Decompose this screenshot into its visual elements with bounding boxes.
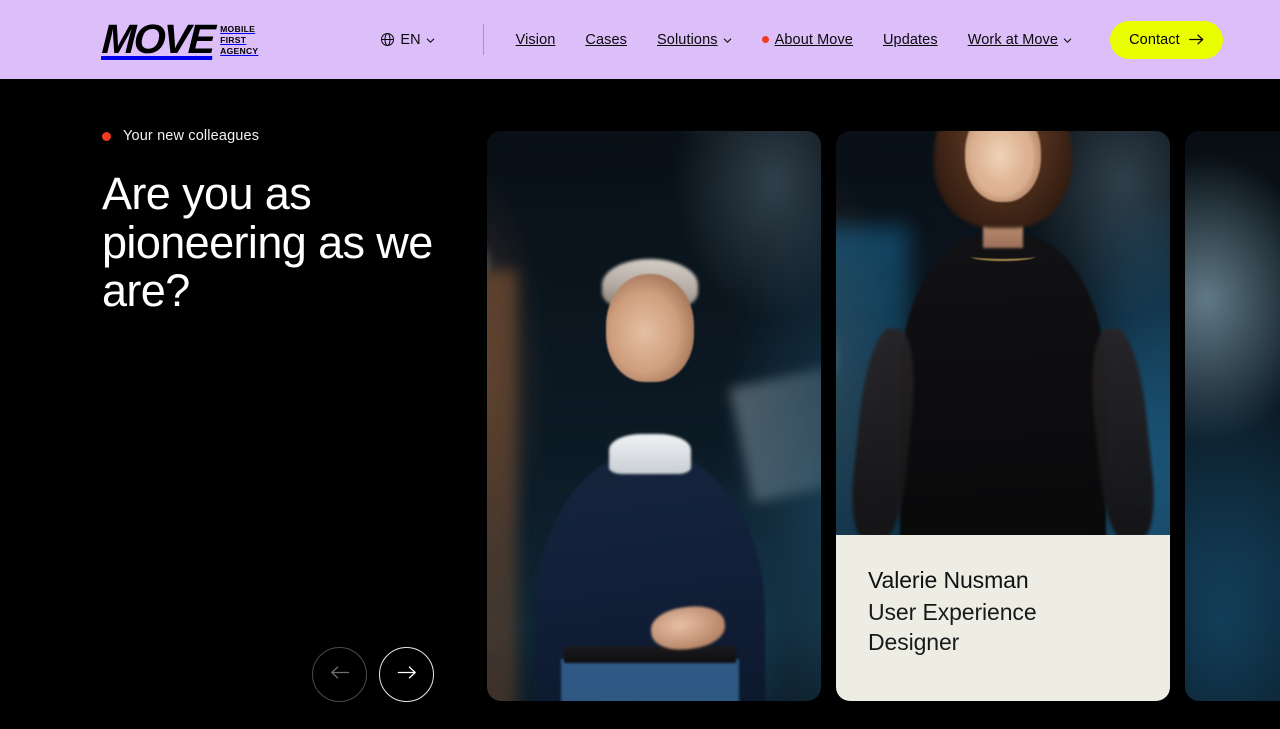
nav-item-work-at-move[interactable]: Work at Move	[968, 32, 1072, 48]
header-divider	[482, 24, 484, 55]
carousel-card[interactable]	[1185, 131, 1280, 701]
language-selector[interactable]: EN	[380, 32, 434, 48]
language-label: EN	[400, 31, 421, 48]
site-header: MOVE MOBILE FIRST AGENCY EN Vision Cases…	[0, 0, 1280, 79]
photo-scene	[487, 131, 821, 701]
globe-icon	[380, 32, 395, 47]
colleague-name: Valerie Nusman	[868, 567, 1029, 593]
contact-button-label: Contact	[1129, 31, 1180, 48]
nav-item-label: Vision	[515, 31, 556, 48]
logo-wordmark: MOVE	[100, 15, 215, 62]
nav-item-solutions[interactable]: Solutions	[657, 32, 732, 48]
page-title: Are you as pioneering as we are?	[102, 168, 433, 317]
carousel-controls	[312, 647, 434, 702]
nav-item-vision[interactable]: Vision	[516, 32, 556, 48]
hero-eyebrow-label: Your new colleagues	[123, 128, 260, 144]
arrow-left-icon	[330, 665, 350, 685]
carousel-next-button[interactable]	[379, 647, 434, 702]
nav-item-about-move[interactable]: About Move	[761, 31, 853, 48]
nav-item-label: Cases	[585, 31, 628, 48]
colleagues-carousel: Valerie Nusman User Experience Designer	[487, 131, 1280, 701]
carousel-card[interactable]: Valerie Nusman User Experience Designer	[836, 131, 1170, 701]
contact-button[interactable]: Contact	[1110, 20, 1223, 59]
hero-eyebrow: Your new colleagues	[102, 128, 462, 144]
colleague-role: User Experience Designer	[868, 598, 1037, 656]
nav-item-label: Updates	[882, 31, 938, 48]
carousel-card[interactable]	[487, 131, 821, 701]
logo-tagline: MOBILE FIRST AGENCY	[220, 23, 259, 56]
logo-move[interactable]: MOVE MOBILE FIRST AGENCY	[100, 15, 259, 62]
main-navigation: EN Vision Cases Solutions About Move Upd…	[380, 20, 1223, 59]
nav-item-updates[interactable]: Updates	[883, 32, 938, 48]
arrow-right-icon	[1188, 33, 1204, 46]
nav-links: Vision Cases Solutions About Move Update…	[516, 32, 1073, 48]
nav-item-label: Solutions	[657, 31, 718, 48]
card-photo	[487, 131, 821, 701]
photo-scene	[1185, 131, 1280, 701]
page-root: MOVE MOBILE FIRST AGENCY EN Vision Cases…	[0, 0, 1280, 729]
nav-item-label: About Move	[774, 31, 853, 48]
card-photo	[1185, 131, 1280, 701]
nav-item-label: Work at Move	[967, 31, 1059, 48]
hero-text-block: Your new colleagues Are you as pioneerin…	[102, 128, 462, 316]
chevron-down-icon	[1063, 34, 1072, 45]
chevron-down-icon	[723, 34, 732, 45]
active-indicator-dot	[761, 36, 769, 43]
arrow-right-icon	[397, 665, 417, 685]
card-caption: Valerie Nusman User Experience Designer	[836, 535, 1170, 701]
eyebrow-dot-icon	[102, 131, 111, 141]
chevron-down-icon	[426, 34, 435, 45]
carousel-prev-button[interactable]	[312, 647, 367, 702]
nav-item-cases[interactable]: Cases	[585, 32, 627, 48]
